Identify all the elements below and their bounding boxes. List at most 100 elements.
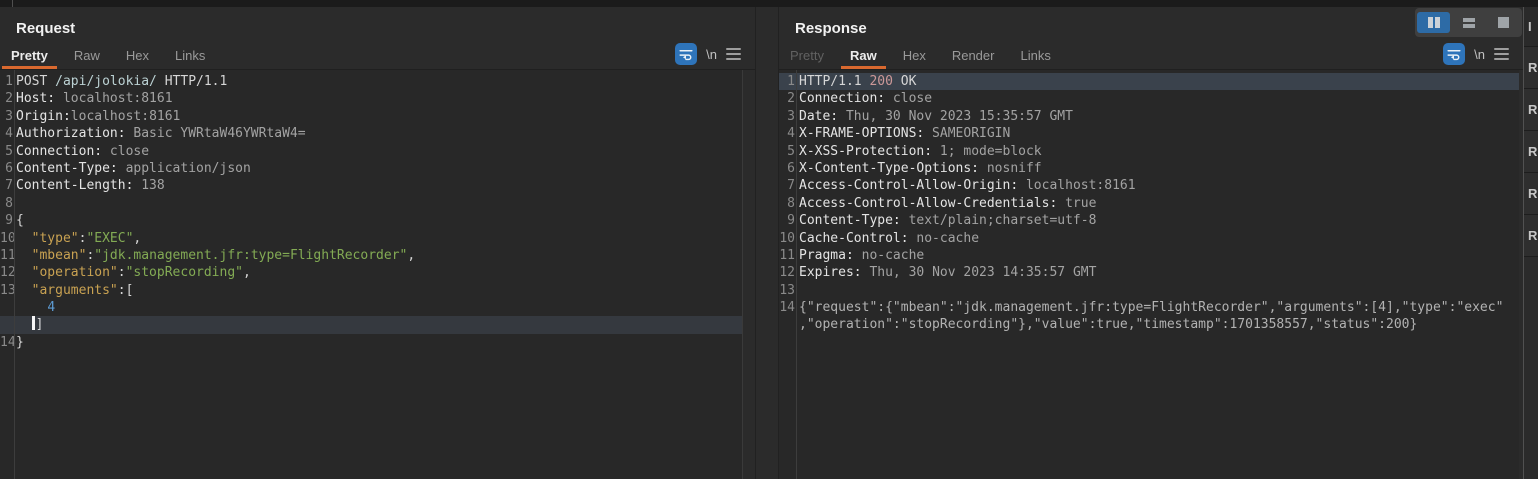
code-segment: [16, 248, 32, 263]
tab-links[interactable]: Links: [1011, 48, 1059, 69]
code-segment: "EXEC": [86, 231, 133, 246]
request-panel-title: Request: [16, 20, 739, 38]
code-line[interactable]: ,"operation":"stopRecording"},"value":tr…: [779, 316, 1519, 333]
code-segment: Thu, 30 Nov 2023 15:35:57 GMT: [838, 109, 1073, 124]
tab-links[interactable]: Links: [166, 48, 214, 69]
code-line[interactable]: 12 "operation":"stopRecording",: [0, 264, 742, 281]
newline-toggle[interactable]: \n: [706, 47, 717, 62]
code-segment: 200: [869, 74, 892, 89]
tab-hex[interactable]: Hex: [117, 48, 158, 69]
line-number: 10: [0, 230, 13, 247]
code-line[interactable]: 2Host: localhost:8161: [0, 90, 742, 107]
code-segment: ,: [407, 248, 415, 263]
code-line[interactable]: 4Authorization: Basic YWRtaW46YWRtaW4=: [0, 125, 742, 142]
inspector-section[interactable]: I: [1524, 7, 1538, 47]
inspector-section[interactable]: R: [1524, 47, 1538, 89]
code-line[interactable]: 4: [0, 299, 742, 316]
code-segment: "type": [32, 231, 79, 246]
code-segment: :: [118, 265, 126, 280]
code-line[interactable]: 6X-Content-Type-Options: nosniff: [779, 160, 1519, 177]
code-line[interactable]: 1HTTP/1.1 200 OK: [779, 73, 1519, 90]
code-line[interactable]: 5Connection: close: [0, 143, 742, 160]
code-segment: [16, 283, 32, 298]
tab-pretty[interactable]: Pretty: [2, 48, 57, 69]
single-pane-button[interactable]: [1487, 12, 1520, 33]
code-segment: OK: [893, 74, 916, 89]
code-line[interactable]: 7Access-Control-Allow-Origin: localhost:…: [779, 177, 1519, 194]
tab-raw[interactable]: Raw: [841, 48, 886, 69]
code-line[interactable]: 4X-FRAME-OPTIONS: SAMEORIGIN: [779, 125, 1519, 142]
code-segment: ,: [243, 265, 251, 280]
code-line[interactable]: 3Origin:localhost:8161: [0, 108, 742, 125]
inspector-section-label: I: [1528, 19, 1532, 34]
tab-hex[interactable]: Hex: [894, 48, 935, 69]
hamburger-menu-icon[interactable]: [1494, 48, 1509, 60]
code-line[interactable]: 3Date: Thu, 30 Nov 2023 15:35:57 GMT: [779, 108, 1519, 125]
line-content: Access-Control-Allow-Credentials: true: [795, 195, 1096, 212]
line-number: 6: [779, 160, 795, 177]
code-line[interactable]: 13: [779, 282, 1519, 299]
line-content: ]: [13, 316, 43, 333]
response-editor[interactable]: 1HTTP/1.1 200 OK2Connection: close3Date:…: [779, 70, 1519, 479]
code-line[interactable]: 9Content-Type: text/plain;charset=utf-8: [779, 212, 1519, 229]
code-line[interactable]: 13 "arguments":[: [0, 282, 742, 299]
line-number: 1: [779, 73, 795, 90]
request-editor[interactable]: 1POST /api/jolokia/ HTTP/1.12Host: local…: [0, 70, 743, 479]
code-line[interactable]: 12Expires: Thu, 30 Nov 2023 14:35:57 GMT: [779, 264, 1519, 281]
code-segment: [16, 265, 32, 280]
code-segment: Connection:: [16, 144, 102, 159]
code-line[interactable]: 11Pragma: no-cache: [779, 247, 1519, 264]
tab-label: Pretty: [11, 48, 48, 63]
line-content: "operation":"stopRecording",: [13, 264, 251, 281]
code-line[interactable]: 8: [0, 195, 742, 212]
code-segment: ,: [133, 231, 141, 246]
line-content: "arguments":[: [13, 282, 133, 299]
line-content: "mbean":"jdk.management.jfr:type=FlightR…: [13, 247, 415, 264]
word-wrap-icon: [1446, 46, 1462, 62]
code-segment: text/plain;charset=utf-8: [901, 213, 1097, 228]
code-line[interactable]: 11 "mbean":"jdk.management.jfr:type=Flig…: [0, 247, 742, 264]
code-line[interactable]: 2Connection: close: [779, 90, 1519, 107]
tab-render[interactable]: Render: [943, 48, 1004, 69]
newline-toggle[interactable]: \n: [1474, 47, 1485, 62]
line-content: X-Content-Type-Options: nosniff: [795, 160, 1042, 177]
request-panel-head: Request: [0, 7, 755, 38]
code-line[interactable]: 9{: [0, 212, 742, 229]
inspector-section[interactable]: R: [1524, 89, 1538, 131]
tab-raw[interactable]: Raw: [65, 48, 109, 69]
hamburger-menu-icon[interactable]: [726, 48, 741, 60]
code-line[interactable]: 14{"request":{"mbean":"jdk.management.jf…: [779, 299, 1519, 316]
rows-layout-button[interactable]: [1452, 12, 1485, 33]
code-segment: ]: [36, 317, 44, 332]
code-line[interactable]: 5X-XSS-Protection: 1; mode=block: [779, 143, 1519, 160]
line-content: Expires: Thu, 30 Nov 2023 14:35:57 GMT: [795, 264, 1096, 281]
inspector-section[interactable]: R: [1524, 131, 1538, 173]
line-number: [0, 316, 13, 333]
code-line[interactable]: 14}: [0, 334, 742, 351]
code-line[interactable]: 8Access-Control-Allow-Credentials: true: [779, 195, 1519, 212]
tab-pretty[interactable]: Pretty: [781, 48, 833, 69]
line-content: POST /api/jolokia/ HTTP/1.1: [13, 73, 227, 90]
word-wrap-toggle[interactable]: [1443, 43, 1465, 65]
panel-splitter[interactable]: [756, 7, 779, 479]
code-segment: Access-Control-Allow-Credentials:: [799, 196, 1057, 211]
code-segment: "jdk.management.jfr:type=FlightRecorder": [94, 248, 407, 263]
code-line[interactable]: 10Cache-Control: no-cache: [779, 230, 1519, 247]
code-line[interactable]: 10 "type":"EXEC",: [0, 230, 742, 247]
line-content: X-XSS-Protection: 1; mode=block: [795, 143, 1042, 160]
inspector-section[interactable]: R: [1524, 215, 1538, 257]
code-line[interactable]: 7Content-Length: 138: [0, 177, 742, 194]
request-editor-toolbar: \n: [675, 43, 755, 69]
code-line[interactable]: 1POST /api/jolokia/ HTTP/1.1: [0, 73, 742, 90]
response-panel-title: Response: [795, 20, 1507, 38]
line-number: 10: [779, 230, 795, 247]
code-line[interactable]: ]: [0, 316, 742, 333]
tab-label: Pretty: [790, 48, 824, 63]
word-wrap-toggle[interactable]: [675, 43, 697, 65]
code-segment: {: [16, 213, 24, 228]
code-segment: "arguments": [32, 283, 118, 298]
inspector-section[interactable]: R: [1524, 173, 1538, 215]
code-segment: close: [102, 144, 149, 159]
columns-layout-button[interactable]: [1417, 12, 1450, 33]
code-line[interactable]: 6Content-Type: application/json: [0, 160, 742, 177]
